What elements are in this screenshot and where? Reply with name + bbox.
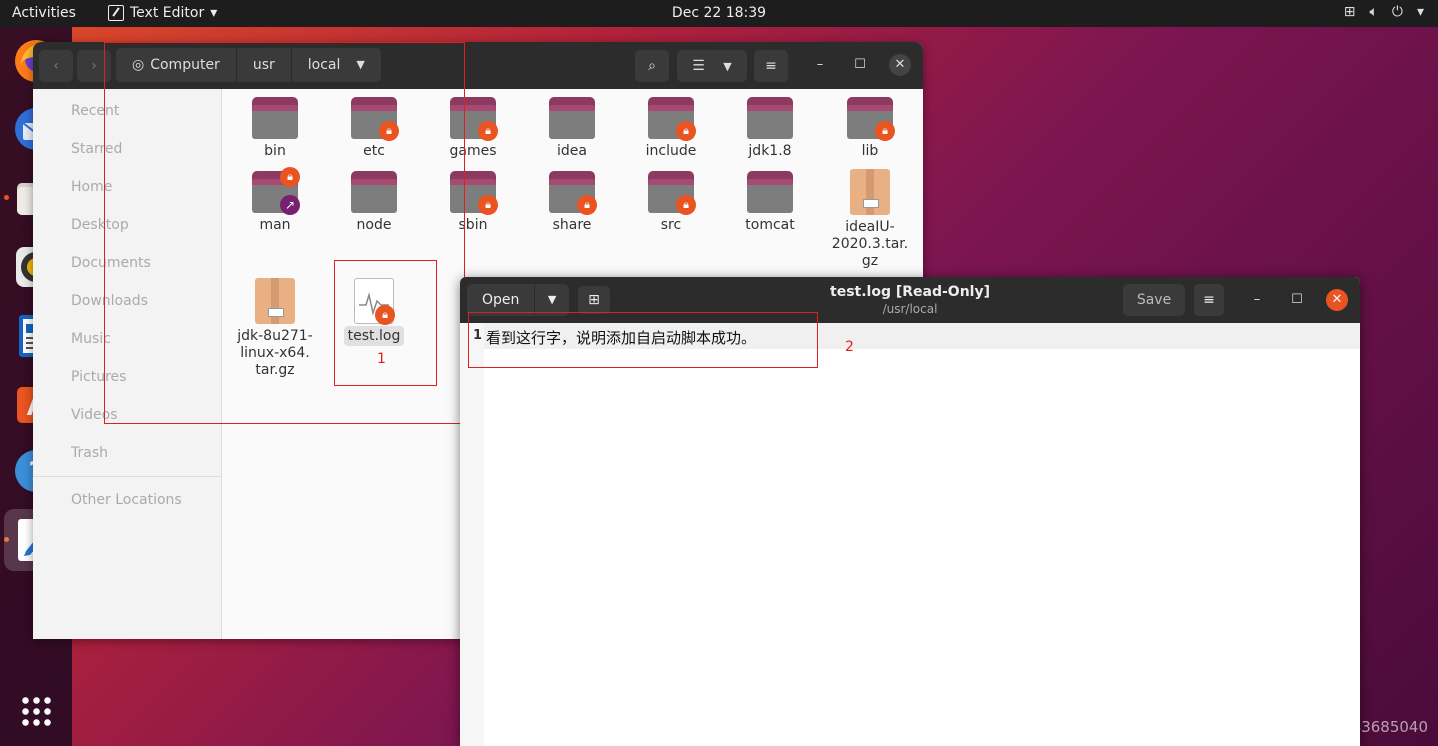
system-indicators[interactable]: ⊞ 🔈︎ ⏻ ▾ — [1344, 4, 1424, 20]
folder-icon — [747, 171, 793, 213]
lock-icon: 🔒︎ — [478, 121, 498, 141]
list-view-icon: ☰ — [692, 58, 705, 74]
view-toggle-button[interactable]: ☰ ▼ — [677, 50, 747, 82]
folder-icon: 🔒︎ — [549, 171, 597, 215]
folder-item[interactable]: 🔒︎ include — [626, 97, 716, 160]
document-title: test.log [Read-Only] — [830, 284, 990, 300]
archive-icon — [850, 169, 890, 215]
top-bar: Activities Text Editor ▾ Dec 22 18:39 ⊞ … — [0, 0, 1438, 27]
save-button[interactable]: Save — [1123, 284, 1185, 316]
clock[interactable]: Dec 22 18:39 — [0, 5, 1438, 21]
lock-icon: 🔒︎ — [676, 195, 696, 215]
menu-button[interactable]: ≡ — [754, 50, 788, 82]
minimize-button[interactable]: – — [809, 54, 831, 76]
watermark: https://blog.csdn.net/qq_43685040 — [1164, 718, 1428, 736]
search-icon: ⌕ — [648, 58, 656, 74]
lock-icon: 🔒︎ — [478, 195, 498, 215]
minimize-button[interactable]: – — [1246, 289, 1268, 311]
annotation-label-1: 1 — [377, 351, 386, 367]
close-button[interactable]: ✕ — [1326, 289, 1348, 311]
back-button[interactable]: ‹ — [39, 50, 73, 82]
show-applications-icon[interactable] — [20, 695, 52, 727]
folder-icon: 🔒︎ — [648, 171, 696, 215]
editor-menu-button[interactable]: ≡ — [1194, 284, 1224, 316]
power-icon: ⏻ — [1391, 4, 1403, 20]
folder-item[interactable]: idea — [527, 97, 617, 160]
folder-item[interactable]: 🔒︎ lib — [825, 97, 915, 160]
search-button[interactable]: ⌕ — [635, 50, 669, 82]
maximize-button[interactable]: ☐ — [1286, 289, 1308, 311]
sidebar-item-other-locations[interactable]: Other Locations — [71, 492, 182, 508]
volume-icon: 🔈︎ — [1369, 4, 1378, 20]
archive-item[interactable]: ideaIU- 2020.3.tar. gz — [825, 169, 915, 270]
hamburger-icon: ≡ — [1203, 292, 1215, 308]
sidebar-divider — [33, 476, 221, 477]
folder-item[interactable]: tomcat — [725, 171, 815, 234]
network-icon: ⊞ — [1343, 4, 1356, 20]
hamburger-icon: ≡ — [765, 58, 777, 74]
maximize-button[interactable]: ☐ — [849, 54, 871, 76]
lock-icon: 🔒︎ — [577, 195, 597, 215]
lock-icon: 🔒︎ — [676, 121, 696, 141]
sidebar-item-trash[interactable]: Trash — [71, 445, 108, 461]
annotation-box — [468, 312, 818, 368]
folder-icon — [549, 97, 595, 139]
folder-item[interactable]: jdk1.8 — [725, 97, 815, 160]
lock-icon: 🔒︎ — [875, 121, 895, 141]
running-indicator — [4, 195, 9, 200]
folder-icon — [747, 97, 793, 139]
folder-icon: 🔒︎ — [847, 97, 895, 141]
caret-down-icon: ▾ — [1416, 4, 1424, 20]
folder-icon: 🔒︎ — [648, 97, 696, 141]
close-button[interactable]: ✕ — [889, 54, 911, 76]
folder-item[interactable]: 🔒︎ src — [626, 171, 716, 234]
annotation-label-2: 2 — [845, 339, 854, 355]
caret-down-icon: ▼ — [723, 60, 732, 73]
annotation-box — [334, 260, 437, 386]
line-number-gutter — [460, 323, 484, 746]
folder-item[interactable]: 🔒︎ share — [527, 171, 617, 234]
